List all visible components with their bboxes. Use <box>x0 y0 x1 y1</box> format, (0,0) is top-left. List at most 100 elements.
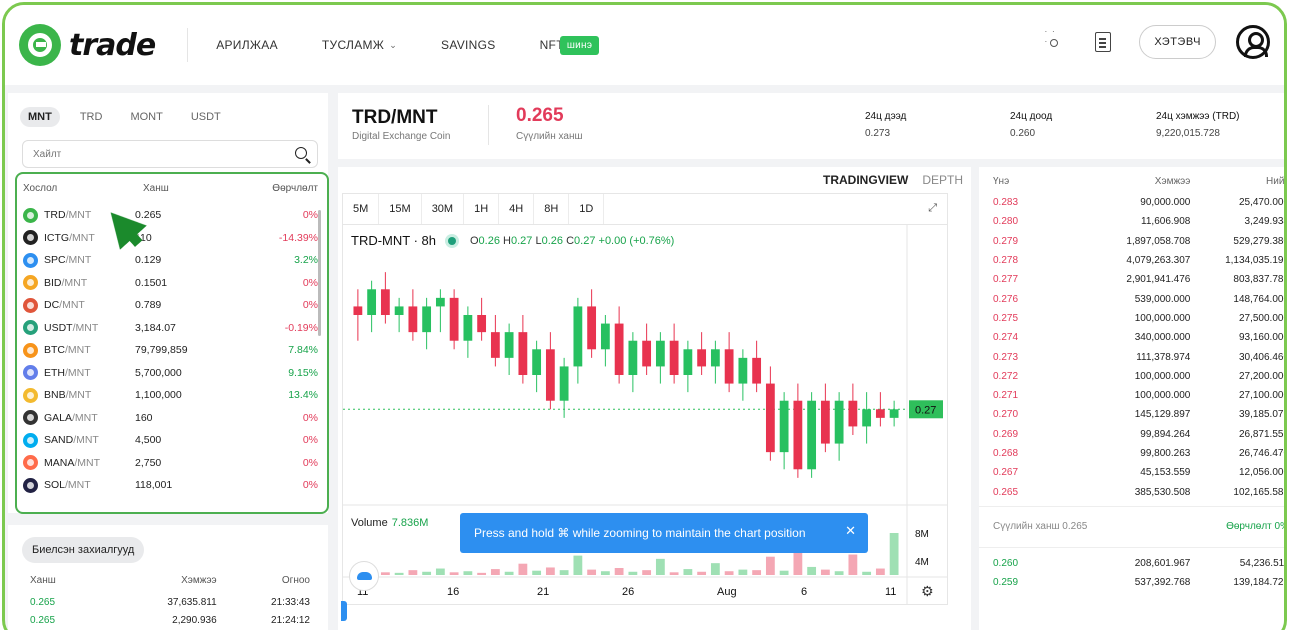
ask-row[interactable]: 0.270 145,129.897 39,185.072 <box>979 405 1284 424</box>
volume-bar <box>752 570 762 575</box>
market-row[interactable]: GALA/MNT 160 0% <box>17 407 327 430</box>
stat-high-label: 24ц дээд <box>865 111 907 122</box>
wallet-button[interactable]: ХЭТЭВЧ <box>1139 25 1216 59</box>
side-toggle-tab[interactable] <box>341 601 347 621</box>
stat-high-value: 0.273 <box>865 128 891 139</box>
completed-orders-tab[interactable]: Биелсэн захиалгууд <box>22 537 145 563</box>
pair-base: BTC <box>44 344 65 357</box>
user-icon[interactable] <box>1236 25 1270 59</box>
nav-nft[interactable]: NFT шинэ <box>540 35 600 55</box>
ask-row[interactable]: 0.267 45,153.559 12,056.000 <box>979 463 1284 482</box>
nav-help[interactable]: ТУСЛАМЖ ⌄ <box>322 38 397 52</box>
market-pair: BID/MNT <box>23 275 135 291</box>
ask-row[interactable]: 0.279 1,897,058.708 529,279.380 <box>979 232 1284 251</box>
market-rows: TRD/MNT 0.265 0% ICTG/MNT 110 -14.39% SPC/MNT 0… <box>17 204 327 497</box>
ask-row[interactable]: 0.265 385,530.508 102,165.585 <box>979 482 1284 501</box>
candle-body <box>875 409 885 418</box>
pair-quote: /MNT <box>65 254 92 267</box>
market-row[interactable]: SOL/MNT 118,001 0% <box>17 474 327 497</box>
live-dot-icon <box>447 236 456 245</box>
ask-row[interactable]: 0.275 100,000.000 27,500.000 <box>979 309 1284 328</box>
volume-axis-label: 8M <box>915 529 929 540</box>
book-amount: 539,000.000 <box>1134 293 1191 305</box>
candle-body <box>683 349 693 375</box>
ask-row[interactable]: 0.278 4,079,263.307 1,134,035.199 <box>979 251 1284 270</box>
market-row[interactable]: TRD/MNT 0.265 0% <box>17 204 327 227</box>
stat-volume: 24ц хэмжээ (TRD) 9,220,015.728 <box>1156 111 1240 139</box>
volume-bar <box>504 571 514 575</box>
search-input[interactable] <box>33 142 273 166</box>
ask-row[interactable]: 0.276 539,000.000 148,764.000 <box>979 289 1284 308</box>
ask-row[interactable]: 0.268 99,800.263 26,746.470 <box>979 444 1284 463</box>
ask-row[interactable]: 0.272 100,000.000 27,200.000 <box>979 367 1284 386</box>
book-price: 0.268 <box>993 448 1019 459</box>
market-row[interactable]: ETH/MNT 5,700,000 9.15% <box>17 362 327 385</box>
nav-trade[interactable]: АРИЛЖАА <box>216 38 278 52</box>
market-row[interactable]: USDT/MNT 3,184.07 -0.19% <box>17 317 327 340</box>
ask-row[interactable]: 0.269 99,894.264 26,871.557 <box>979 425 1284 444</box>
nav-savings[interactable]: SAVINGS <box>441 38 496 52</box>
market-price: 5,700,000 <box>135 366 182 379</box>
book-price: 0.272 <box>993 370 1019 382</box>
close-icon[interactable]: ✕ <box>845 523 856 539</box>
ask-row[interactable]: 0.273 111,378.974 30,406.460 <box>979 347 1284 366</box>
ask-row[interactable]: 0.271 100,000.000 27,100.000 <box>979 386 1284 405</box>
bid-rows: 0.260 208,601.967 54,236.511 0.259 537,392.7… <box>979 554 1284 593</box>
volume-axis-label: 4M <box>915 557 929 568</box>
market-row[interactable]: BID/MNT 0.1501 0% <box>17 272 327 295</box>
tab-usdt[interactable]: USDT <box>183 107 229 127</box>
market-row[interactable]: BTC/MNT 79,799,859 7.84% <box>17 339 327 362</box>
nav-help-label: ТУСЛАМЖ <box>321 38 385 52</box>
market-row[interactable]: BNB/MNT 1,100,000 13.4% <box>17 384 327 407</box>
tf-4h[interactable]: 4H <box>499 194 535 224</box>
tab-tradingview[interactable]: TRADINGVIEW <box>823 173 908 187</box>
tab-mnt[interactable]: MNT <box>20 107 60 127</box>
col-price[interactable]: Ханш <box>143 183 263 204</box>
candle-body <box>614 323 624 375</box>
search-icon[interactable] <box>295 147 307 159</box>
candlestick-chart[interactable]: TRD-MNT · 8h O0.26 H0.27 L0.26 C0.27 +0.… <box>341 225 948 621</box>
pair-base: DC <box>44 299 60 312</box>
tradingview-logo-icon[interactable] <box>349 561 379 591</box>
coin-icon <box>23 207 38 223</box>
ask-row[interactable]: 0.283 90,000.000 25,470.000 <box>979 193 1284 212</box>
market-row[interactable]: DC/MNT 0.789 0% <box>17 294 327 317</box>
tab-depth[interactable]: DEPTH <box>922 173 963 187</box>
app-frame: trade АРИЛЖАА ТУСЛАМЖ ⌄ SAVINGS NFTшинэ Х… <box>2 2 1287 630</box>
tf-8h[interactable]: 8H <box>534 194 570 224</box>
tf-5m[interactable]: 5M <box>343 194 380 224</box>
market-row[interactable]: SPC/MNT 0.129 3.2% <box>17 249 327 272</box>
tab-mont[interactable]: MONT <box>122 107 170 127</box>
volume-bar <box>380 572 390 575</box>
book-amount: 100,000.000 <box>1134 370 1191 382</box>
bid-row[interactable]: 0.259 537,392.768 139,184.727 <box>979 573 1284 592</box>
x-axis-label: 6 <box>801 586 807 598</box>
candle-body <box>532 349 542 375</box>
tf-30m[interactable]: 30M <box>422 194 465 224</box>
market-row[interactable]: SAND/MNT 4,500 0% <box>17 429 327 452</box>
tf-1d[interactable]: 1D <box>569 194 605 224</box>
ask-row[interactable]: 0.277 2,901,941.476 803,837.789 <box>979 270 1284 289</box>
coin-icon <box>23 320 38 336</box>
ask-row[interactable]: 0.280 11,606.908 3,249.934 <box>979 212 1284 231</box>
market-row[interactable]: MANA/MNT 2,750 0% <box>17 452 327 475</box>
market-price: 118,001 <box>135 479 173 492</box>
pair-quote: /MNT <box>61 276 88 289</box>
tf-15m[interactable]: 15M <box>379 194 422 224</box>
volume-bar <box>655 558 665 575</box>
col-change[interactable]: Өөрчлөлт <box>263 183 318 204</box>
fullscreen-icon[interactable]: ⤢ <box>928 202 937 215</box>
theme-toggle-icon[interactable] <box>1044 26 1061 50</box>
ask-row[interactable]: 0.274 340,000.000 93,160.000 <box>979 328 1284 347</box>
market-scrollbar[interactable] <box>318 210 321 336</box>
logo[interactable]: trade <box>19 24 156 66</box>
pair-quote: /MNT <box>65 389 92 402</box>
candle-body <box>834 400 844 444</box>
market-row[interactable]: ICTG/MNT 110 -14.39% <box>17 227 327 250</box>
document-icon[interactable] <box>1095 32 1112 52</box>
bid-row[interactable]: 0.260 208,601.967 54,236.511 <box>979 554 1284 573</box>
ohlc-close: 0.27 <box>574 234 596 247</box>
book-header: Үнэ Хэмжээ Нийт <box>979 167 1284 193</box>
tab-trd[interactable]: TRD <box>72 107 111 127</box>
tf-1h[interactable]: 1H <box>464 194 500 224</box>
